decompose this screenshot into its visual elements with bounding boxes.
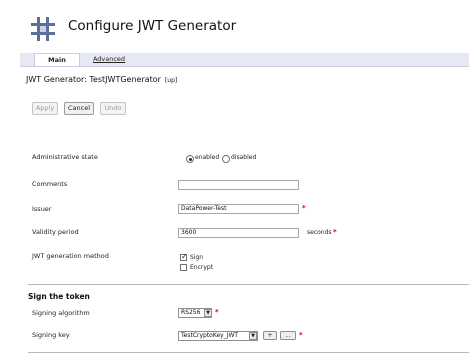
page-title: Configure JWT Generator [68, 18, 237, 34]
sign-section-title: Sign the token [28, 292, 90, 301]
signing-key-label: Signing key [32, 331, 70, 339]
issuer-input[interactable]: DataPower-Test [178, 204, 299, 214]
section-divider [28, 284, 469, 285]
issuer-label: Issuer [32, 205, 52, 213]
admin-state-disabled-radio[interactable] [222, 155, 230, 163]
object-title: JWT Generator: TestJWTGenerator [up] [26, 75, 177, 84]
admin-state-disabled-label: disabled [231, 154, 257, 161]
admin-state-enabled-label: enabled [195, 154, 220, 161]
object-title-text: JWT Generator: TestJWTGenerator [26, 75, 161, 84]
jwt-generator-icon [31, 17, 55, 41]
validity-input[interactable]: 3600 [178, 228, 299, 238]
apply-button[interactable]: Apply [32, 102, 58, 115]
encrypt-checkbox-label: Encrypt [190, 264, 214, 271]
tab-advanced[interactable]: Advanced [84, 53, 134, 66]
signing-algorithm-label: Signing algorithm [32, 309, 90, 317]
comments-label: Comments [32, 180, 68, 188]
bottom-divider [28, 352, 469, 353]
sign-checkbox[interactable]: ✓ [180, 252, 188, 261]
validity-unit: seconds [307, 229, 332, 236]
signing-key-select[interactable]: TestCryptoKey_JWT [178, 331, 258, 341]
checkmark-icon: ✓ [181, 252, 188, 261]
chevron-down-icon[interactable]: ▼ [204, 309, 212, 317]
issuer-required-mark: * [302, 204, 306, 212]
tab-main[interactable]: Main [34, 53, 80, 66]
chevron-down-icon[interactable]: ▼ [249, 332, 257, 340]
comments-input[interactable] [178, 180, 299, 190]
add-key-button[interactable]: + [263, 331, 277, 340]
up-link[interactable]: [up] [165, 77, 177, 84]
encrypt-checkbox[interactable] [180, 264, 187, 271]
validity-label: Validity period [32, 228, 79, 236]
undo-button[interactable]: Undo [100, 102, 126, 115]
more-key-button[interactable]: ... [280, 331, 296, 340]
sign-checkbox-label: Sign [190, 254, 204, 261]
validity-required-mark: * [333, 228, 337, 236]
method-label: JWT generation method [32, 252, 109, 260]
signing-key-required-mark: * [299, 331, 303, 339]
admin-state-label: Administrative state [32, 153, 98, 161]
admin-state-enabled-radio[interactable] [186, 155, 194, 163]
signing-algorithm-required-mark: * [215, 308, 219, 316]
cancel-button[interactable]: Cancel [64, 102, 94, 115]
